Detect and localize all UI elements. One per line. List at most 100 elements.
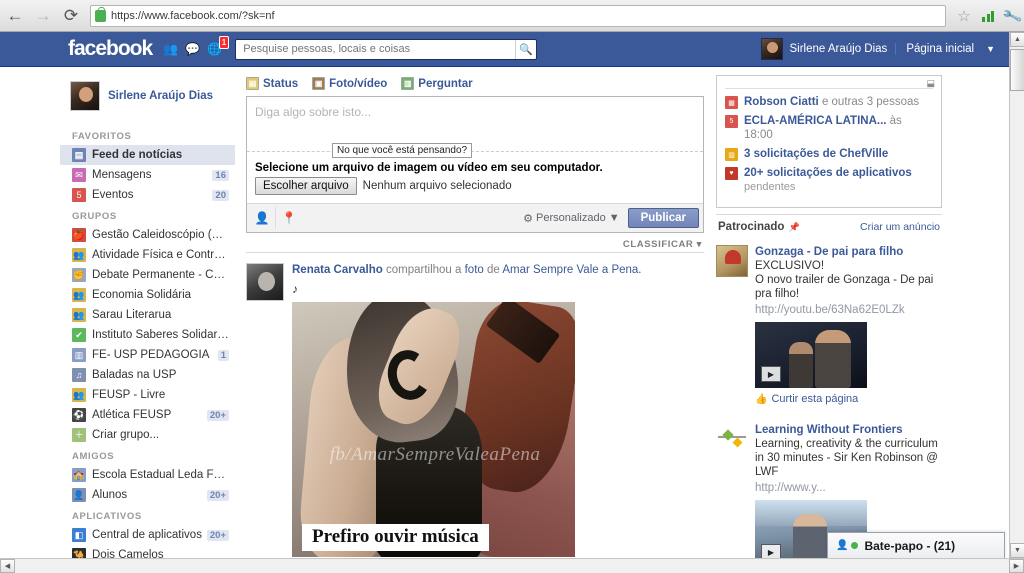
page-body: Sirlene Araújo Dias FAVORITOS ▤ Feed de no… bbox=[0, 67, 1009, 558]
ad-title[interactable]: Learning Without Frontiers bbox=[755, 423, 942, 437]
sidebar-item-escola-estadual-leda-felice[interactable]: 🏫 Escola Estadual Leda Felice bbox=[60, 465, 235, 485]
sidebar-item-economia-solidária[interactable]: 👥 Economia Solidária bbox=[60, 285, 235, 305]
create-group-icon: ＋ bbox=[72, 428, 86, 442]
sidebar-item-central-de-aplicativos[interactable]: ◧ Central de aplicativos 20+ bbox=[60, 525, 235, 545]
header-home-link[interactable]: Página inicial bbox=[896, 43, 984, 55]
sidebar-item-fe-usp-pedagogia[interactable]: ▥ FE- USP PEDAGOGIA 1 bbox=[60, 345, 235, 365]
sidebar-item-count: 20 bbox=[212, 189, 229, 201]
sidebar-item-atividade-física-e-controle[interactable]: 👥 Atividade Física e Controle ... bbox=[60, 245, 235, 265]
sidebar-item-eventos[interactable]: 5 Eventos 20 bbox=[60, 185, 235, 205]
online-status-dot bbox=[851, 542, 859, 549]
sidebar-section-title: APLICATIVOS bbox=[72, 511, 142, 522]
create-ad-link[interactable]: Criar um anúncio bbox=[860, 221, 940, 233]
sidebar-item-alunos[interactable]: 👤 Alunos 20+ bbox=[60, 485, 235, 505]
ticker-item-text: ECLA-AMÉRICA LATINA... às 18:00 bbox=[744, 114, 933, 142]
play-icon[interactable]: ▶ bbox=[761, 366, 781, 382]
post-target-link[interactable]: Amar Sempre Vale a Pena. bbox=[502, 264, 641, 276]
composer-divider: No que você está pensando? bbox=[247, 143, 703, 158]
notifications-globe-icon[interactable]: 🌐 1 bbox=[206, 35, 230, 58]
sidebar-item-atlética-feusp[interactable]: ⚽ Atlética FEUSP 20+ bbox=[60, 405, 235, 425]
horizontal-scrollbar[interactable]: ◀ ▶ bbox=[0, 558, 1024, 573]
pin-icon[interactable]: 📌 bbox=[788, 222, 799, 233]
sidebar-item-count: 1 bbox=[217, 349, 229, 361]
composer-textarea[interactable]: Diga algo sobre isto... bbox=[247, 97, 703, 151]
vertical-scrollbar[interactable]: ▲ ▼ bbox=[1009, 32, 1024, 558]
sidebar-item-feed-de-notícias[interactable]: ▤ Feed de notícias bbox=[60, 145, 235, 165]
like-page-button[interactable]: 👍 Curtir esta página bbox=[755, 388, 942, 405]
gonzaga-ad-logo[interactable] bbox=[716, 245, 748, 277]
composer-tab-status[interactable]: ▤ Status bbox=[246, 77, 298, 90]
ad-url[interactable]: http://www.y... bbox=[755, 479, 942, 496]
person-icon: 👤 bbox=[836, 540, 849, 551]
search-box[interactable]: 🔍 bbox=[235, 38, 538, 60]
sponsored-ad: Gonzaga - De pai para filho EXCLUSIVO! O… bbox=[716, 237, 942, 415]
ticker-item[interactable]: ♥ 20+ solicitações de aplicativos pendente… bbox=[725, 166, 933, 194]
gear-icon: ⚙ bbox=[523, 212, 533, 225]
composer-tab-perguntar[interactable]: ▥ Perguntar bbox=[401, 77, 473, 90]
messages-icon[interactable]: 💬 bbox=[184, 41, 201, 58]
play-icon[interactable]: ▶ bbox=[761, 544, 781, 558]
vertical-scrollbar-thumb[interactable] bbox=[1010, 49, 1024, 91]
sidebar-item-baladas-na-usp[interactable]: ♫ Baladas na USP bbox=[60, 365, 235, 385]
address-bar[interactable]: https://www.facebook.com/?sk=nf bbox=[90, 4, 946, 27]
gonzaga-video-thumbnail[interactable]: ▶ bbox=[755, 322, 867, 388]
scroll-right-arrow[interactable]: ▶ bbox=[1009, 559, 1024, 573]
facebook-logo[interactable]: facebook bbox=[68, 37, 153, 61]
forward-arrow-icon[interactable]: → bbox=[30, 3, 56, 29]
sidebar-item-instituto-saberes-solidario[interactable]: ✔ Instituto Saberes Solidario... bbox=[60, 325, 235, 345]
sidebar-item-sarau-literarua[interactable]: 👥 Sarau Literarua bbox=[60, 305, 235, 325]
sidebar-item-feusp-livre[interactable]: 👥 FEUSP - Livre bbox=[60, 385, 235, 405]
sidebar-item-count: 16 bbox=[212, 169, 229, 181]
collapse-ticker-icon[interactable]: ⬓ bbox=[926, 78, 935, 89]
search-input[interactable] bbox=[241, 42, 516, 56]
friend-list-icon: 👤 bbox=[72, 488, 86, 502]
sidebar-sections: FAVORITOS ▤ Feed de notícias ✉ Mensagens 16 5 E… bbox=[60, 125, 235, 558]
scroll-up-arrow[interactable]: ▲ bbox=[1010, 32, 1024, 47]
chat-label: Bate-papo - (21) bbox=[864, 538, 956, 553]
avatar[interactable] bbox=[760, 38, 783, 60]
publish-button[interactable]: Publicar bbox=[627, 208, 699, 228]
back-arrow-icon[interactable]: ← bbox=[2, 3, 28, 29]
ticker-item-text: 20+ solicitações de aplicativos pendentes bbox=[744, 166, 912, 194]
sidebar-item-debate-permanente-cen[interactable]: ✊ Debate Permanente - Cen... bbox=[60, 265, 235, 285]
sidebar-item-gestão-caleidoscópio-cap[interactable]: 🍎 Gestão Caleidoscópio (CAP... bbox=[60, 225, 235, 245]
ad-url[interactable]: http://youtu.be/63Na62E0LZk bbox=[755, 301, 942, 318]
post-author-name[interactable]: Renata Carvalho bbox=[292, 264, 383, 276]
ask-question-icon: ▥ bbox=[401, 77, 415, 90]
lwf-ad-logo[interactable] bbox=[716, 423, 748, 455]
sidebar-item-criar-grupo[interactable]: ＋ Criar grupo... bbox=[60, 425, 235, 445]
chevron-down-icon[interactable]: ▼ bbox=[984, 44, 995, 54]
location-pin-icon[interactable]: 📍 bbox=[278, 207, 300, 229]
choose-file-button[interactable]: Escolher arquivo bbox=[255, 177, 357, 195]
tag-people-icon[interactable]: 👤 bbox=[251, 207, 273, 229]
wrench-icon[interactable]: 🔧 bbox=[996, 0, 1024, 32]
privacy-selector[interactable]: ⚙ Personalizado ▼ bbox=[523, 212, 619, 225]
search-icon[interactable]: 🔍 bbox=[515, 39, 536, 59]
composer-tab-fotovdeo[interactable]: ▣ Foto/vídeo bbox=[312, 77, 387, 90]
scroll-down-arrow[interactable]: ▼ bbox=[1010, 543, 1024, 558]
post-author-avatar[interactable] bbox=[246, 263, 284, 301]
ticker-item[interactable]: ▥ 3 solicitações de ChefVille bbox=[725, 147, 933, 161]
horizontal-scrollbar-track[interactable] bbox=[15, 559, 1009, 573]
reload-icon[interactable]: ⟳ bbox=[58, 3, 84, 29]
sidebar-item-label: Economia Solidária bbox=[92, 289, 192, 301]
friend-requests-icon[interactable]: 👥 bbox=[162, 41, 179, 58]
chat-bar[interactable]: 👤 Bate-papo - (21) bbox=[827, 532, 1005, 558]
ticker-item[interactable]: ▦ Robson Ciatti e outras 3 pessoas bbox=[725, 95, 933, 109]
header-user-name[interactable]: Sirlene Araújo Dias bbox=[790, 43, 897, 55]
ticker-items: ▦ Robson Ciatti e outras 3 pessoas 5 ECLA-A… bbox=[725, 95, 933, 194]
sidebar-item-mensagens[interactable]: ✉ Mensagens 16 bbox=[60, 165, 235, 185]
ticker-item[interactable]: 5 ECLA-AMÉRICA LATINA... às 18:00 bbox=[725, 114, 933, 142]
post-photo[interactable]: fb/AmarSempreValeaPena Prefiro ouvir mús… bbox=[292, 302, 575, 557]
sidebar-profile-link[interactable]: Sirlene Araújo Dias bbox=[60, 67, 235, 125]
ad-title[interactable]: Gonzaga - De pai para filho bbox=[755, 245, 942, 259]
soccer-ball-icon: ⚽ bbox=[72, 408, 86, 422]
post-body: Renata Carvalho compartilhou a foto de A… bbox=[292, 263, 704, 557]
sidebar-section-title: AMIGOS bbox=[72, 451, 115, 462]
sort-feed-control[interactable]: CLASSIFICAR ▾ bbox=[246, 233, 704, 250]
signal-bars-icon[interactable] bbox=[976, 3, 1000, 29]
scroll-left-arrow[interactable]: ◀ bbox=[0, 559, 15, 573]
post-object-link[interactable]: foto bbox=[465, 264, 484, 276]
sidebar-item-dois-camelos[interactable]: 🐪 Dois Camelos bbox=[60, 545, 235, 558]
star-icon[interactable]: ☆ bbox=[952, 3, 976, 29]
